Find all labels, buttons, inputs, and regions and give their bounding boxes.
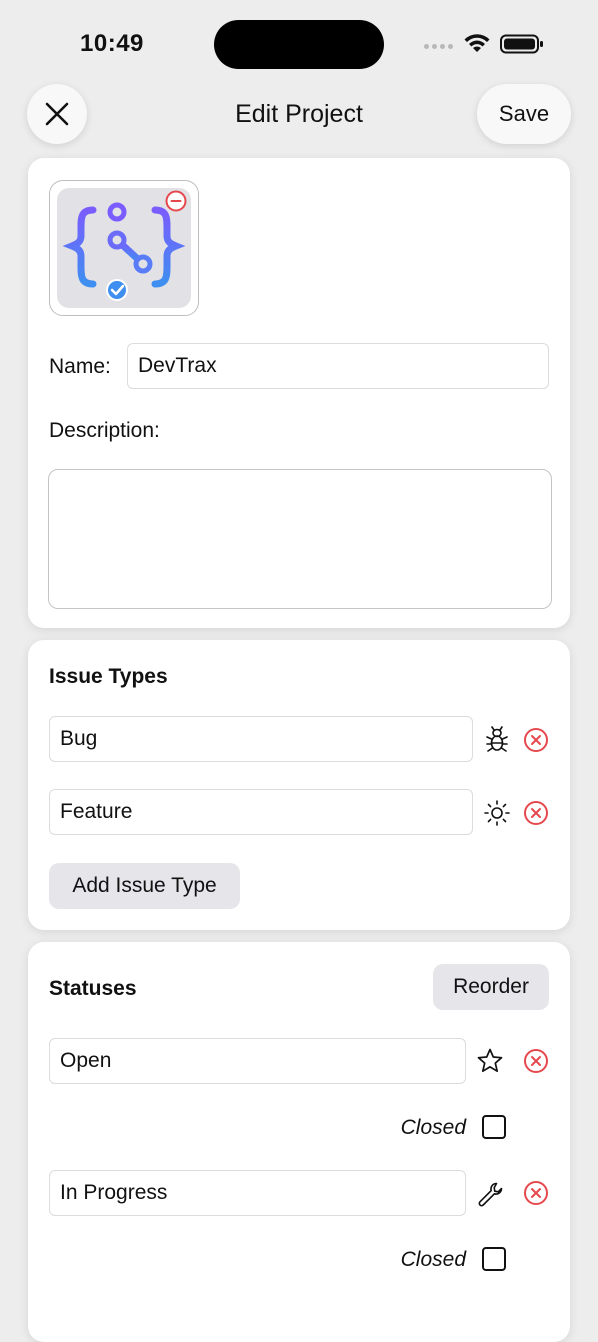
status-bar: 10:49: [0, 0, 598, 80]
status-field-in-progress[interactable]: In Progress: [49, 1170, 466, 1216]
description-field[interactable]: [48, 469, 552, 609]
wrench-icon[interactable]: [476, 1180, 504, 1208]
ant-icon[interactable]: [485, 726, 509, 754]
save-button[interactable]: Save: [477, 84, 571, 144]
status-field-open[interactable]: Open: [49, 1038, 466, 1084]
delete-status-open-button[interactable]: [523, 1048, 549, 1074]
closed-checkbox-open[interactable]: [482, 1115, 506, 1139]
project-info-card: Name: DevTrax Description:: [28, 158, 570, 628]
status-time: 10:49: [80, 30, 144, 57]
statuses-title: Statuses: [49, 977, 137, 1000]
delete-issue-type-bug-button[interactable]: [523, 727, 549, 753]
closed-checkbox-in-progress[interactable]: [482, 1247, 506, 1271]
issue-type-field-bug[interactable]: Bug: [49, 716, 473, 762]
description-label: Description:: [49, 419, 160, 442]
nav-bar: Edit Project Save: [0, 84, 598, 146]
dynamic-island: [214, 20, 384, 69]
name-label: Name:: [49, 355, 111, 378]
name-field[interactable]: DevTrax: [127, 343, 549, 389]
statuses-card: Statuses Reorder Open Closed In Progress…: [28, 942, 570, 1342]
issue-types-card: Issue Types Bug Feature Add Issue Type: [28, 640, 570, 930]
delete-issue-type-feature-button[interactable]: [523, 800, 549, 826]
closed-label-open: Closed: [400, 1116, 466, 1139]
reorder-button[interactable]: Reorder: [433, 964, 549, 1010]
issue-type-field-feature[interactable]: Feature: [49, 789, 473, 835]
signal-icon: [424, 44, 453, 49]
delete-status-in-progress-button[interactable]: [523, 1180, 549, 1206]
wifi-icon: [464, 34, 490, 52]
battery-icon: [500, 34, 543, 54]
issue-types-title: Issue Types: [49, 665, 168, 688]
sun-icon[interactable]: [483, 799, 511, 827]
add-issue-type-button[interactable]: Add Issue Type: [49, 863, 240, 909]
closed-label-in-progress: Closed: [400, 1248, 466, 1271]
star-icon[interactable]: [476, 1047, 504, 1075]
remove-icon-button[interactable]: [165, 190, 187, 212]
